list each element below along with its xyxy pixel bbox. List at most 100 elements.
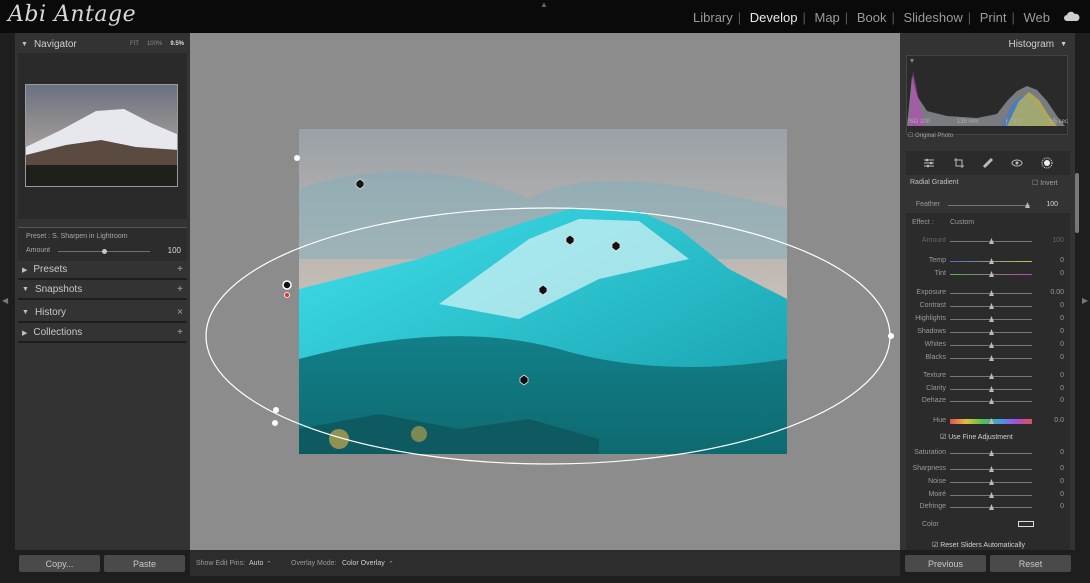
module-map[interactable]: Map xyxy=(815,10,840,25)
add-collection-icon[interactable]: + xyxy=(177,327,183,338)
slider-value: 0 xyxy=(1060,270,1064,277)
slider-value: 0 xyxy=(1060,341,1064,348)
adjustment-panel: Effect : Custom Amount 100 Temp 0 Tint 0 Expos… xyxy=(906,213,1070,550)
slider-value: 0 xyxy=(1060,397,1064,404)
fine-adjustment-checkbox[interactable]: ☑ Use Fine Adjustment xyxy=(906,431,1070,443)
slider-row-texture[interactable]: Texture 0 xyxy=(906,370,1070,382)
slider-row-shadows[interactable]: Shadows 0 xyxy=(906,326,1070,338)
slider-row-sharpness[interactable]: Sharpness 0 xyxy=(906,463,1070,475)
gradient-handle[interactable] xyxy=(888,333,894,339)
shadow-clipping-icon xyxy=(910,59,914,63)
overlay-mode-dropdown[interactable]: Color Overlay xyxy=(342,560,385,567)
module-slideshow[interactable]: Slideshow xyxy=(903,10,962,25)
top-bar: Abi Antage ▲ Library | Develop | Map | Book… xyxy=(0,0,1090,33)
slider-row-dehaze[interactable]: Dehaze 0 xyxy=(906,395,1070,407)
red-eye-icon[interactable] xyxy=(1011,157,1023,169)
gradient-handle[interactable] xyxy=(272,420,278,426)
reset-sliders-label: Reset Sliders Automatically xyxy=(940,542,1026,549)
add-snapshot-icon[interactable]: + xyxy=(177,284,183,295)
slider-value: 0 xyxy=(1060,372,1064,379)
amount-slider-knob[interactable] xyxy=(102,249,107,254)
gradient-handle[interactable] xyxy=(273,407,279,413)
navigator-header[interactable]: ▼ Navigator FIT 100% 9.5% xyxy=(15,33,190,55)
slider-value: 0 xyxy=(1060,449,1064,456)
slider-value: 0 xyxy=(1060,385,1064,392)
slider-value: 0 xyxy=(1060,328,1064,335)
feather-slider-track[interactable] xyxy=(948,205,1030,206)
feather-value: 100 xyxy=(1046,201,1058,208)
module-web[interactable]: Web xyxy=(1024,10,1051,25)
zoom-custom[interactable]: 9.5% xyxy=(170,41,184,47)
masking-icon[interactable] xyxy=(1041,157,1053,169)
zoom-fit[interactable]: FIT xyxy=(130,41,139,47)
slider-row-saturation[interactable]: Saturation 0 xyxy=(906,447,1070,459)
slider-label: Shadows xyxy=(917,328,946,335)
module-book[interactable]: Book xyxy=(857,10,887,25)
feather-slider-row[interactable]: Feather 100 xyxy=(900,199,1064,211)
right-panel: Histogram ▼ ISO 100 138 mm ƒ / 8.0 1/5 s… xyxy=(900,33,1079,550)
slider-row-defringe[interactable]: Defringe 0 xyxy=(906,501,1070,513)
slider-row-tint[interactable]: Tint 0 xyxy=(906,268,1070,280)
gradient-center-pin[interactable] xyxy=(282,280,292,290)
edit-pins-dropdown[interactable]: Auto xyxy=(249,560,263,567)
color-swatch[interactable] xyxy=(1018,521,1034,527)
slider-row-noise[interactable]: Noise 0 xyxy=(906,476,1070,488)
slider-row-blacks[interactable]: Blacks 0 xyxy=(906,352,1070,364)
snapshots-section[interactable]: ▼ Snapshots + xyxy=(18,281,187,300)
history-section[interactable]: ▼ History × xyxy=(18,304,187,323)
gradient-handle[interactable] xyxy=(294,155,300,161)
original-photo-checkbox[interactable]: ☐ Original Photo xyxy=(908,132,953,139)
dropdown-chevron-icon[interactable]: ⌃ xyxy=(388,560,394,568)
slider-row-clarity[interactable]: Clarity 0 xyxy=(906,383,1070,395)
navigator-title: Navigator xyxy=(33,38,77,50)
slider-label: Contrast xyxy=(919,302,946,309)
slider-row-highlights[interactable]: Highlights 0 xyxy=(906,313,1070,325)
cloud-sync-icon[interactable] xyxy=(1064,11,1080,21)
paste-button[interactable]: Paste xyxy=(104,555,185,572)
clear-history-icon[interactable]: × xyxy=(177,307,183,318)
slider-value: 0 xyxy=(1060,478,1064,485)
left-panel-toggle-icon[interactable]: ◀ xyxy=(2,296,8,305)
add-preset-icon[interactable]: + xyxy=(177,264,183,275)
module-print[interactable]: Print xyxy=(980,10,1007,25)
slider-row-temp[interactable]: Temp 0 xyxy=(906,255,1070,267)
panel-scrollbar[interactable] xyxy=(1075,173,1079,233)
slider-row-amount[interactable]: Amount 100 xyxy=(906,235,1070,247)
crop-icon[interactable] xyxy=(953,157,965,169)
slider-row-whites[interactable]: Whites 0 xyxy=(906,339,1070,351)
slider-value: 0 xyxy=(1060,315,1064,322)
slider-label: Amount xyxy=(921,237,946,244)
image-canvas[interactable] xyxy=(190,33,900,550)
presets-section[interactable]: ▶ Presets + xyxy=(18,261,187,280)
invert-checkbox[interactable]: ☐ Invert xyxy=(1032,179,1058,187)
module-develop[interactable]: Develop xyxy=(750,10,798,25)
slider-label: Saturation xyxy=(914,449,946,456)
slider-row-hue[interactable]: Hue 0.0 xyxy=(906,415,1070,427)
right-panel-toggle-icon[interactable]: ▶ xyxy=(1082,296,1088,305)
slider-row-moir[interactable]: Moiré 0 xyxy=(906,489,1070,501)
copy-button[interactable]: Copy... xyxy=(19,555,100,572)
reset-sliders-checkbox[interactable]: ☑ Reset Sliders Automatically xyxy=(906,539,1070,551)
healing-brush-icon[interactable] xyxy=(982,157,994,169)
photo-with-radial-gradient[interactable] xyxy=(190,33,900,550)
slider-row-contrast[interactable]: Contrast 0 xyxy=(906,300,1070,312)
previous-button[interactable]: Previous xyxy=(905,555,986,572)
histogram-header[interactable]: Histogram ▼ xyxy=(900,33,1075,55)
slider-row-exposure[interactable]: Exposure 0.00 xyxy=(906,287,1070,299)
zoom-100[interactable]: 100% xyxy=(147,41,162,47)
slider-label: Blacks xyxy=(925,354,946,361)
focal-length-value: 138 mm xyxy=(956,119,979,125)
effect-dropdown[interactable]: Custom xyxy=(950,219,974,226)
slider-label: Texture xyxy=(923,372,946,379)
dropdown-chevron-icon[interactable]: ⌃ xyxy=(266,560,272,568)
effect-row: Effect : Custom xyxy=(906,217,1070,229)
identity-plate-logo: Abi Antage xyxy=(8,2,137,27)
sliders-icon[interactable] xyxy=(923,157,935,169)
aperture-value: ƒ / 8.0 xyxy=(1005,119,1022,125)
navigator-thumbnail[interactable] xyxy=(25,84,178,187)
slider-label: Highlights xyxy=(915,315,946,322)
module-library[interactable]: Library xyxy=(693,10,733,25)
collections-section[interactable]: ▶ Collections + xyxy=(18,324,187,343)
reset-button[interactable]: Reset xyxy=(990,555,1071,572)
top-panel-toggle-icon[interactable]: ▲ xyxy=(540,0,548,9)
